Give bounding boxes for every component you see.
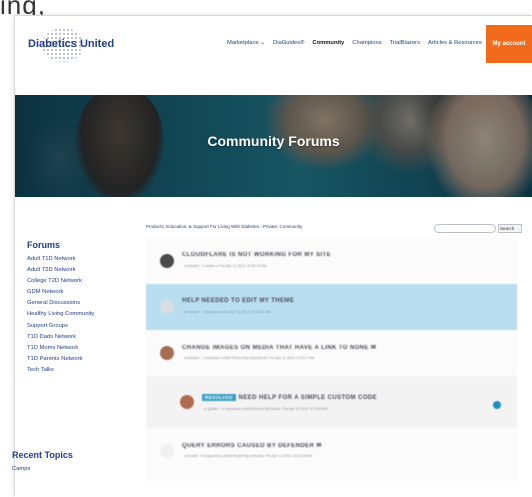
sidebar-item-t1d-parents[interactable]: T1D Parents Network (27, 354, 147, 365)
unread-indicator-icon (493, 401, 501, 409)
page-title: Community Forums (207, 133, 340, 149)
avatar (160, 300, 174, 314)
search-button[interactable]: Search (498, 224, 522, 233)
nav-item-diaguides[interactable]: DiaGuides® (273, 40, 304, 46)
search-input[interactable] (434, 224, 496, 233)
breadcrumb[interactable]: Products, Education, & Support For Livin… (146, 224, 302, 229)
sidebar-item-support-groups[interactable]: Support Groups (27, 321, 147, 332)
topic-meta: ● Edward · 0 replies ● Thu Apr 11 2019, … (184, 264, 267, 268)
topic-meta: ● Edward · 1 response ● Thu Apr 11 2019,… (184, 310, 271, 314)
nav-item-marketplace[interactable]: Marketplace ⌄ (227, 40, 265, 46)
sidebar-item-healthy-living[interactable]: Healthy Living Community (27, 309, 147, 320)
sidebar-item-adult-t1d[interactable]: Adult T1D Network (27, 254, 147, 265)
my-account-button[interactable]: My account (486, 25, 532, 63)
logo-text: Diabetics United (28, 38, 115, 50)
topic-title[interactable]: CLOUDFLARE IS NOT WORKING FOR MY SITE (182, 252, 331, 258)
nav-item-community[interactable]: Community (312, 40, 344, 46)
topic-row[interactable]: CLOUDFLARE IS NOT WORKING FOR MY SITE ● … (146, 238, 517, 284)
topic-meta: ● Edward · 1 response ● Most Recent By G… (184, 356, 315, 360)
nav-item-champions[interactable]: Champions (352, 40, 381, 46)
topic-meta: ● Quoted · 4 responses ● Most Recent By … (204, 407, 328, 411)
topic-title[interactable]: QUERY ERRORS CAUSED BY DEFENDER ✉ (182, 442, 322, 449)
topic-title[interactable]: RESOLVED NEED HELP FOR A SIMPLE CUSTOM CO… (202, 394, 377, 401)
recent-topics: Recent Topics Camps (12, 450, 132, 475)
topic-row[interactable]: QUERY ERRORS CAUSED BY DEFENDER ✉ ● Scar… (146, 428, 517, 481)
sidebar-item-college-t2d[interactable]: College T2D Network (27, 276, 147, 287)
site-header: Diabetics United Marketplace ⌄ DiaGuides… (15, 16, 532, 78)
topic-row[interactable]: HELP NEEDED TO EDIT MY THEME ● Edward · … (146, 284, 517, 330)
topic-meta: ● Scarlet · 8 responses ● Most Recent By… (184, 454, 313, 458)
topic-title-text: NEED HELP FOR A SIMPLE CUSTOM CODE (238, 395, 377, 402)
forums-sidebar: Forums Adult T1D Network Adult T2D Netwo… (27, 240, 147, 376)
recent-topics-heading: Recent Topics (12, 450, 73, 460)
forums-list: Adult T1D Network Adult T2D Network Coll… (27, 254, 147, 376)
recent-topics-list: Camps (12, 464, 132, 475)
sidebar-item-general-discussions[interactable]: General Discussions (27, 298, 147, 309)
sidebar-item-t1d-dads[interactable]: T1D Dads Network (27, 332, 147, 343)
recent-topic-item[interactable]: Camps (12, 464, 132, 475)
avatar (160, 254, 174, 268)
forums-heading: Forums (27, 240, 61, 250)
topic-title[interactable]: HELP NEEDED TO EDIT MY THEME (182, 298, 294, 304)
avatar (160, 346, 174, 360)
nav-item-trialblazers[interactable]: TrialBlazers (390, 40, 420, 46)
nav-item-articles-resources[interactable]: Articles & Resources (428, 40, 482, 46)
hero-banner: Community Forums (15, 95, 532, 197)
avatar (160, 444, 174, 458)
topic-title[interactable]: CHANGE IMAGES ON MEDIA THAT HAVE A LINK … (182, 344, 376, 351)
sidebar-item-t1d-moms[interactable]: T1D Moms Network (27, 343, 147, 354)
main-nav: Marketplace ⌄ DiaGuides® Community Champ… (227, 40, 482, 46)
avatar (180, 395, 194, 409)
topic-row[interactable]: CHANGE IMAGES ON MEDIA THAT HAVE A LINK … (146, 330, 517, 376)
sidebar-item-gdm[interactable]: GDM Network (27, 287, 147, 298)
topic-list: CLOUDFLARE IS NOT WORKING FOR MY SITE ● … (146, 238, 517, 481)
sidebar-item-adult-t2d[interactable]: Adult T2D Network (27, 265, 147, 276)
topic-row[interactable]: RESOLVED NEED HELP FOR A SIMPLE CUSTOM CO… (146, 376, 517, 428)
resolved-badge: RESOLVED (202, 394, 236, 401)
site-logo[interactable]: Diabetics United (28, 28, 114, 62)
sidebar-item-tech-talks[interactable]: Tech Talks (27, 365, 147, 376)
